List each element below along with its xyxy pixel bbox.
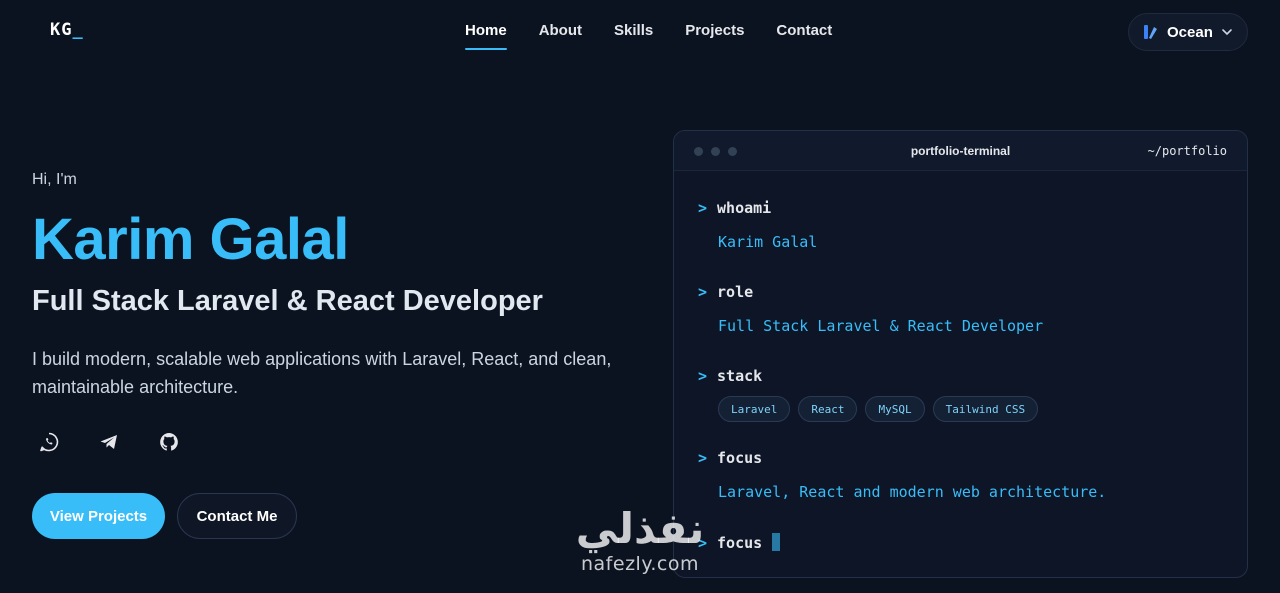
terminal-path: ~/portfolio [1147,144,1227,158]
stack-tag: MySQL [865,396,925,422]
nav-projects[interactable]: Projects [685,22,744,39]
social-links [38,431,180,453]
logo[interactable]: KG_ [50,20,84,40]
prompt-symbol: > [698,449,708,467]
hero-role: Full Stack Laravel & React Developer [32,285,543,317]
prompt-symbol: > [698,367,708,385]
terminal-titlebar: portfolio-terminal ~/portfolio [674,131,1247,171]
watermark-arabic: نفذلي [575,504,705,553]
terminal-command: > focus [698,449,762,467]
whatsapp-icon[interactable] [38,431,60,453]
terminal-command: > role [698,283,753,301]
nav-about[interactable]: About [539,22,582,39]
site-header: KG_ Home About Skills Projects Contact O… [0,0,1280,64]
terminal-output: Laravel, React and modern web architectu… [718,483,1107,501]
theme-label: Ocean [1167,23,1213,41]
prompt-symbol: > [698,283,708,301]
view-projects-button[interactable]: View Projects [32,493,165,539]
nav-contact[interactable]: Contact [776,22,832,39]
contact-me-button[interactable]: Contact Me [177,493,297,539]
terminal-output: Karim Galal [718,233,818,251]
watermark-latin: nafezly.com [581,553,699,575]
terminal-output: Full Stack Laravel & React Developer [718,317,1044,335]
nav-home[interactable]: Home [465,22,507,50]
command-text: whoami [717,199,772,217]
typing-text: focus [717,534,763,552]
telegram-icon[interactable] [98,431,120,453]
prompt-symbol: > [698,199,708,217]
logo-cursor: _ [72,20,84,40]
command-text: stack [717,367,763,385]
stack-tags: Laravel React MySQL Tailwind CSS [718,396,1039,422]
stack-tag: Tailwind CSS [932,396,1039,422]
hero-description: I build modern, scalable web application… [32,349,612,397]
palette-icon [1144,25,1157,39]
nav-skills[interactable]: Skills [614,22,653,39]
github-icon[interactable] [158,431,180,453]
command-text: role [717,283,754,301]
watermark-logo: نفذلي nafezly.com [562,504,718,576]
chevron-down-icon [1222,29,1232,36]
hero-name: Karim Galal [32,207,349,272]
terminal-window: portfolio-terminal ~/portfolio > whoami K… [673,130,1248,578]
command-text: focus [717,449,763,467]
terminal-command: > stack [698,367,762,385]
stack-tag: React [798,396,858,422]
greeting: Hi, I'm [32,171,77,188]
stack-tag: Laravel [718,396,791,422]
text-cursor [772,533,781,551]
main-nav: Home About Skills Projects Contact [465,22,832,50]
theme-selector[interactable]: Ocean [1128,13,1248,51]
terminal-command: > whoami [698,199,771,217]
